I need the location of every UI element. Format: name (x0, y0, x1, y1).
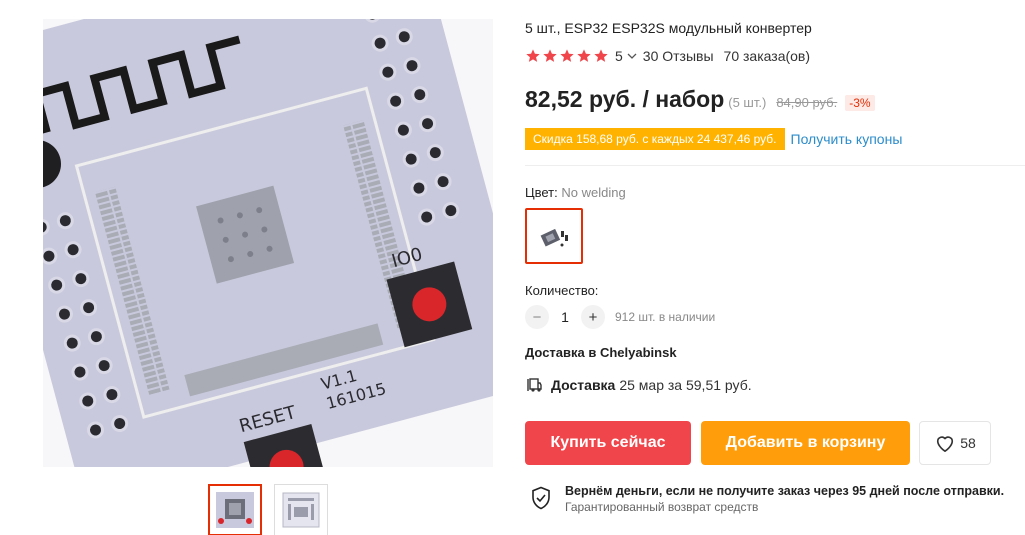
get-coupons-link[interactable]: Получить купоны (791, 131, 903, 147)
thumbnail-2[interactable] (274, 484, 328, 535)
orders-count: 70 заказа(ов) (723, 48, 811, 64)
quantity-stepper: − 1 + 912 шт. в наличии (525, 305, 715, 329)
product-title: 5 шт., ESP32 ESP32S модульный конвертер (525, 20, 812, 36)
rating-value: 5 (615, 48, 623, 64)
reviews-link[interactable]: 30 Отзывы (643, 48, 714, 64)
guarantee-block: Вернём деньги, если не получите заказ че… (531, 484, 1004, 514)
thumbnail-1[interactable] (208, 484, 262, 535)
star-icon (560, 49, 574, 62)
variant-thumbnail-image (540, 228, 568, 247)
star-icon (577, 49, 591, 62)
guarantee-subtitle: Гарантированный возврат средств (565, 500, 759, 514)
delivery-label: Доставка (551, 377, 616, 393)
price-unit: (5 шт.) (728, 95, 767, 110)
color-value: No welding (561, 185, 626, 200)
wishlist-count: 58 (960, 435, 976, 451)
star-icon (526, 49, 540, 62)
delivery-destination[interactable]: Доставка в Chelyabinsk (525, 345, 677, 360)
board-top-thumbnail-image (282, 492, 320, 528)
old-price: 84,90 руб. (776, 95, 838, 110)
rating-row: 5 30 Отзывы 70 заказа(ов) (525, 48, 810, 64)
action-buttons: Купить сейчас Добавить в корзину 58 (525, 421, 991, 465)
stock-count: 912 шт. в наличии (615, 310, 716, 324)
buy-now-button[interactable]: Купить сейчас (525, 421, 691, 465)
color-label-text: Цвет: (525, 185, 558, 200)
wishlist-button[interactable]: 58 (919, 421, 991, 465)
divider (525, 165, 1025, 166)
variant-option-no-welding[interactable] (525, 208, 583, 264)
add-to-cart-button[interactable]: Добавить в корзину (701, 421, 910, 465)
quantity-label: Количество: (525, 283, 599, 298)
product-main-image[interactable]: IO0 RESET V1.1 161015 (43, 19, 493, 467)
color-label: Цвет: No welding (525, 185, 626, 200)
chevron-down-icon[interactable] (627, 51, 637, 61)
shield-check-icon (532, 486, 550, 510)
promo-banner: Скидка 158,68 руб. с каждых 24 437,46 ру… (525, 128, 785, 150)
discount-badge: -3% (845, 95, 875, 111)
star-icon (594, 49, 608, 62)
guarantee-title: Вернём деньги, если не получите заказ че… (565, 484, 1005, 498)
guarantee-text: Вернём деньги, если не получите заказ че… (565, 484, 1004, 514)
esp32-adapter-board-image: IO0 RESET V1.1 161015 (43, 19, 493, 467)
promo-row: Скидка 158,68 руб. с каждых 24 437,46 ру… (525, 128, 902, 150)
price: 82,52 руб. / набор (525, 86, 725, 112)
delivery-info: Доставка 25 мар за 59,51 руб. (527, 377, 752, 393)
delivery-details: 25 мар за 59,51 руб. (619, 377, 752, 393)
price-row: 82,52 руб. / набор (5 шт.) 84,90 руб. -3… (525, 86, 875, 113)
product-gallery: IO0 RESET V1.1 161015 (0, 0, 520, 535)
truck-icon (527, 378, 542, 392)
thumbnail-strip (208, 484, 328, 535)
star-icon (543, 49, 557, 62)
quantity-decrease-button[interactable]: − (525, 305, 549, 329)
quantity-value[interactable]: 1 (549, 309, 581, 325)
rating-stars (525, 48, 609, 64)
quantity-increase-button[interactable]: + (581, 305, 605, 329)
heart-icon (937, 436, 954, 452)
board-thumbnail-image (216, 492, 254, 528)
